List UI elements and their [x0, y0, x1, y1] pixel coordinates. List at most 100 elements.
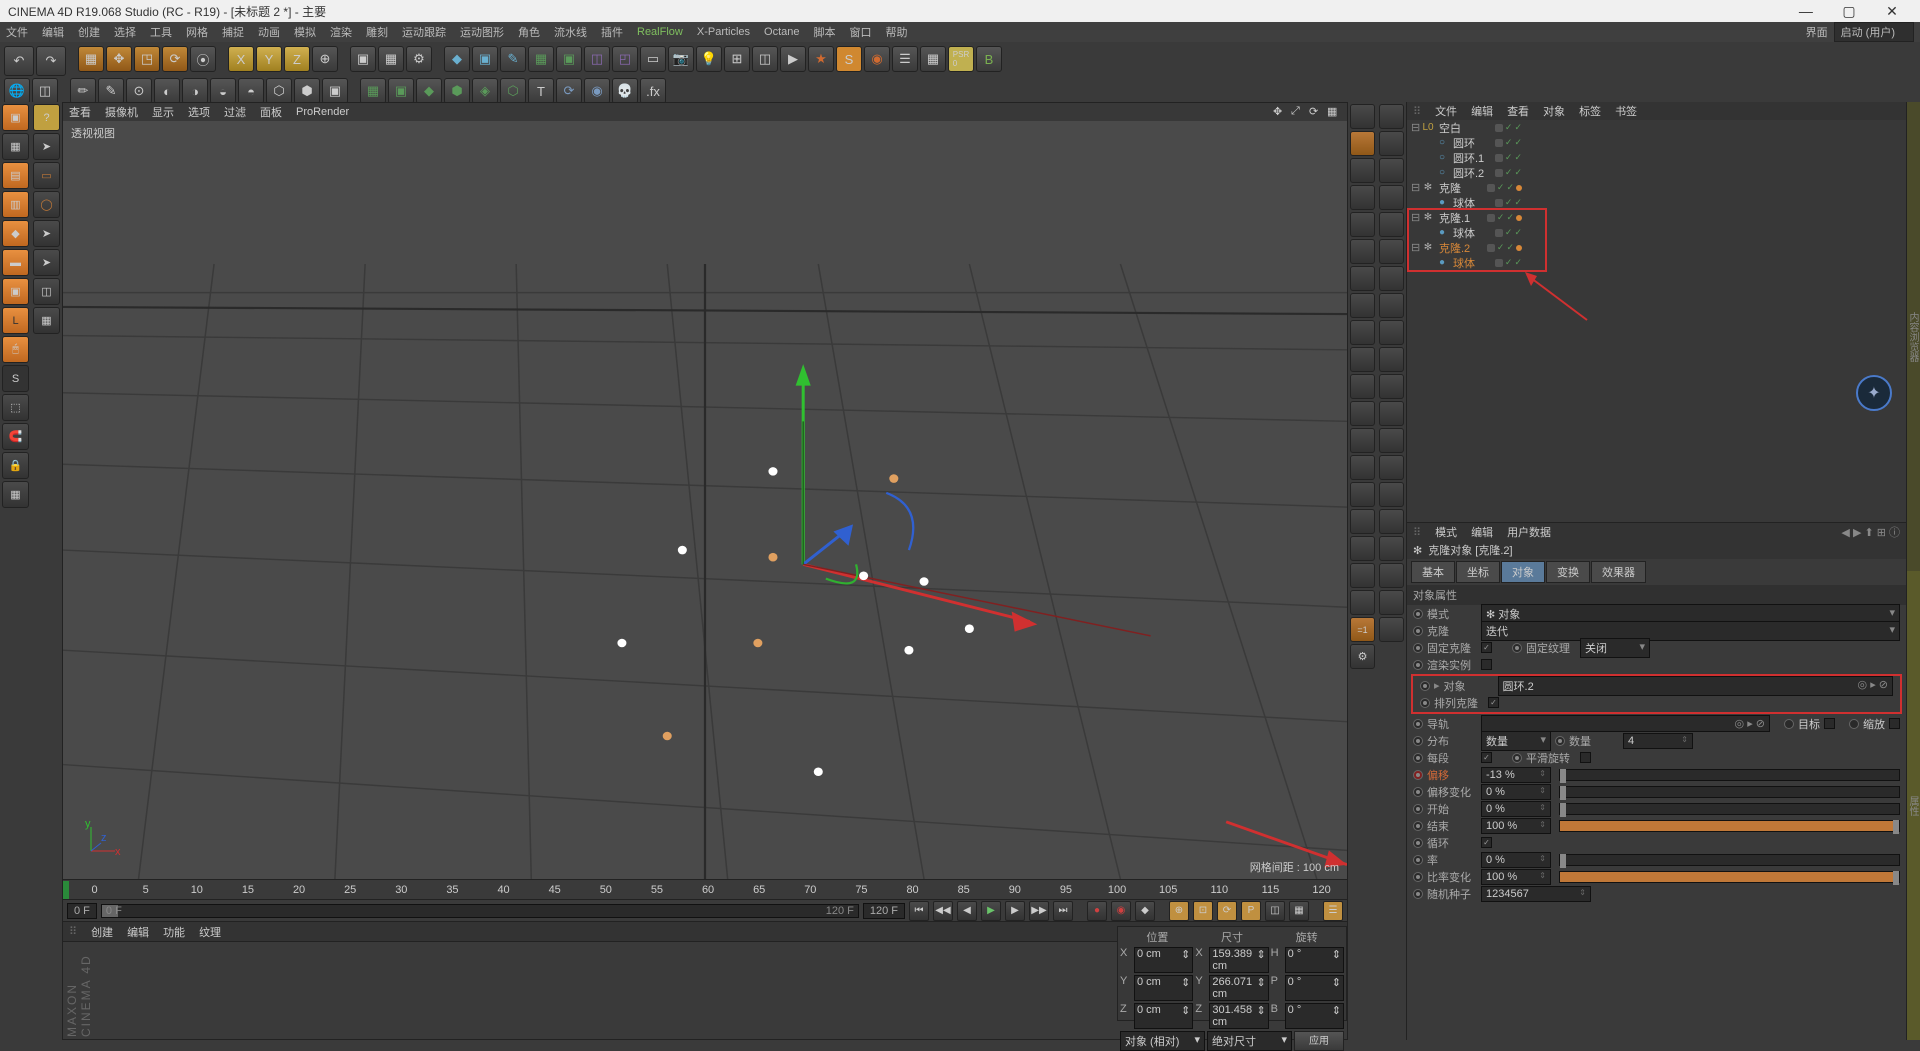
menu-mograph[interactable]: 运动图形 — [460, 24, 504, 40]
rot-h-field[interactable]: 0 °⇕ — [1285, 947, 1344, 973]
layer-dot-icon[interactable] — [1487, 184, 1495, 192]
next-frame-button[interactable]: ▶ — [1005, 901, 1025, 921]
object-name[interactable]: 球体 — [1451, 225, 1475, 241]
prev-key-button[interactable]: ◀◀ — [933, 901, 953, 921]
sp-18[interactable] — [1350, 563, 1375, 588]
vmenu-display[interactable]: 显示 — [152, 104, 174, 120]
key-param-button[interactable]: P — [1241, 901, 1261, 921]
menu-render[interactable]: 渲染 — [330, 24, 352, 40]
om-bookmarks[interactable]: 书签 — [1615, 103, 1637, 119]
mograph-tag-icon[interactable] — [1516, 245, 1522, 251]
tab-transform[interactable]: 变换 — [1546, 561, 1590, 583]
menu-simulate[interactable]: 模拟 — [294, 24, 316, 40]
misc-tool2-icon[interactable]: ▦ — [33, 307, 60, 334]
prev-frame-button[interactable]: ◀ — [957, 901, 977, 921]
coord-size-mode-dropdown[interactable]: 绝对尺寸▾ — [1207, 1031, 1292, 1051]
magnet-button[interactable]: 🧲 — [2, 423, 29, 450]
mat-edit[interactable]: 编辑 — [127, 924, 149, 940]
particle-button[interactable]: ◉ — [864, 46, 890, 72]
mode-anim-dot[interactable] — [1413, 609, 1423, 619]
sp2-16[interactable] — [1379, 509, 1404, 534]
render-settings-button[interactable]: ⚙ — [406, 46, 432, 72]
sp-4[interactable] — [1350, 185, 1375, 210]
dist-dropdown[interactable]: 数量▾ — [1481, 731, 1551, 751]
tool2-20[interactable]: ◉ — [584, 78, 610, 104]
object-name[interactable]: 球体 — [1451, 195, 1475, 211]
sp2-10[interactable] — [1379, 347, 1404, 372]
sp2-18[interactable] — [1379, 563, 1404, 588]
attr-userdata[interactable]: 用户数据 — [1507, 524, 1551, 540]
sp-11[interactable] — [1350, 374, 1375, 399]
menu-sculpt[interactable]: 雕刻 — [366, 24, 388, 40]
light-button[interactable]: 💡 — [696, 46, 722, 72]
dynamics-button[interactable]: ★ — [808, 46, 834, 72]
cursor2-icon[interactable]: ➤ — [33, 220, 60, 247]
object-name[interactable]: 克隆 — [1437, 180, 1461, 196]
attr-nav-icons[interactable]: ◀ ▶ ⬆ ⊞ ⓘ — [1841, 524, 1900, 540]
layer-dot-icon[interactable] — [1495, 259, 1503, 267]
menu-realflow[interactable]: RealFlow — [637, 26, 683, 38]
play-button[interactable]: ▶ — [981, 901, 1001, 921]
layer-dot-icon[interactable] — [1495, 199, 1503, 207]
sp-17[interactable] — [1350, 536, 1375, 561]
object-name[interactable]: 克隆.1 — [1437, 210, 1470, 226]
key-scale-button[interactable]: ⊡ — [1193, 901, 1213, 921]
coord-mode-dropdown[interactable]: 对象 (相对)▾ — [1120, 1031, 1205, 1051]
visibility-toggle[interactable]: ✓ — [1514, 227, 1522, 238]
pos-y-field[interactable]: 0 cm⇕ — [1134, 975, 1193, 1001]
fixclone-anim-dot[interactable] — [1413, 643, 1423, 653]
tool2-15[interactable]: ⬢ — [444, 78, 470, 104]
tool2-1[interactable]: ◫ — [32, 78, 58, 104]
bodypaint-button[interactable]: B — [976, 46, 1002, 72]
misc-button[interactable]: ▦ — [920, 46, 946, 72]
tool2-21[interactable]: 💀 — [612, 78, 638, 104]
sp-2[interactable] — [1350, 131, 1375, 156]
visibility-toggle[interactable]: ✓ — [1514, 257, 1522, 268]
object-name[interactable]: 圆环 — [1451, 135, 1475, 151]
object-tree[interactable]: ⊟L0空白✓✓○圆环✓✓○圆环.1✓✓○圆环.2✓✓⊟✻克隆✓✓●球体✓✓⊟✻克… — [1407, 120, 1906, 522]
fixtex-anim-dot[interactable] — [1512, 643, 1522, 653]
help-icon[interactable]: ? — [33, 104, 60, 131]
next-key-button[interactable]: ▶▶ — [1029, 901, 1049, 921]
spline-pen-button[interactable]: ✎ — [500, 46, 526, 72]
object-name[interactable]: 球体 — [1451, 255, 1475, 271]
model-mode-button[interactable]: ▦ — [2, 133, 29, 160]
visibility-toggle[interactable]: ✓ — [1505, 257, 1513, 268]
key-pos-button[interactable]: ⊕ — [1169, 901, 1189, 921]
visibility-toggle[interactable]: ✓ — [1514, 137, 1522, 148]
object-name[interactable]: 空白 — [1437, 120, 1461, 136]
menu-pipeline[interactable]: 流水线 — [554, 24, 587, 40]
layer-dot-icon[interactable] — [1495, 229, 1503, 237]
rail-scale-checkbox[interactable] — [1889, 718, 1900, 729]
sp2-20[interactable] — [1379, 617, 1404, 642]
object-name[interactable]: 克隆.2 — [1437, 240, 1470, 256]
vmenu-prorender[interactable]: ProRender — [296, 106, 349, 118]
visibility-toggle[interactable]: ✓ — [1505, 152, 1513, 163]
hair-button[interactable]: ☰ — [892, 46, 918, 72]
tweak-mode-button[interactable]: 🖱 — [2, 336, 29, 363]
om-edit[interactable]: 编辑 — [1471, 103, 1493, 119]
visibility-toggle[interactable]: ✓ — [1505, 167, 1513, 178]
key-misc-button[interactable]: ▦ — [1289, 901, 1309, 921]
sp-14[interactable] — [1350, 455, 1375, 480]
fixclone-checkbox[interactable]: ✓ — [1481, 642, 1492, 653]
scale-tool-button[interactable]: ◳ — [134, 46, 160, 72]
texture-mode-button[interactable]: ▤ — [2, 162, 29, 189]
sp-15[interactable] — [1350, 482, 1375, 507]
x-axis-lock[interactable]: X — [228, 46, 254, 72]
null-object-button[interactable]: ◆ — [444, 46, 470, 72]
align-anim-dot[interactable] — [1420, 698, 1430, 708]
menu-window[interactable]: 窗口 — [850, 24, 872, 40]
object-name[interactable]: 圆环.1 — [1451, 150, 1484, 166]
coord-system-button[interactable]: ⊕ — [312, 46, 338, 72]
lock-button[interactable]: 🔒 — [2, 452, 29, 479]
layer-dot-icon[interactable] — [1495, 154, 1503, 162]
visibility-toggle[interactable]: ✓ — [1505, 197, 1513, 208]
vmenu-view[interactable]: 查看 — [69, 104, 91, 120]
menu-mesh[interactable]: 网格 — [186, 24, 208, 40]
rate-slider[interactable] — [1559, 854, 1900, 866]
move-tool-button[interactable]: ✥ — [106, 46, 132, 72]
maximize-button[interactable]: ▢ — [1829, 3, 1869, 20]
visibility-toggle[interactable]: ✓ — [1497, 242, 1505, 253]
rail-target-checkbox[interactable] — [1824, 718, 1835, 729]
